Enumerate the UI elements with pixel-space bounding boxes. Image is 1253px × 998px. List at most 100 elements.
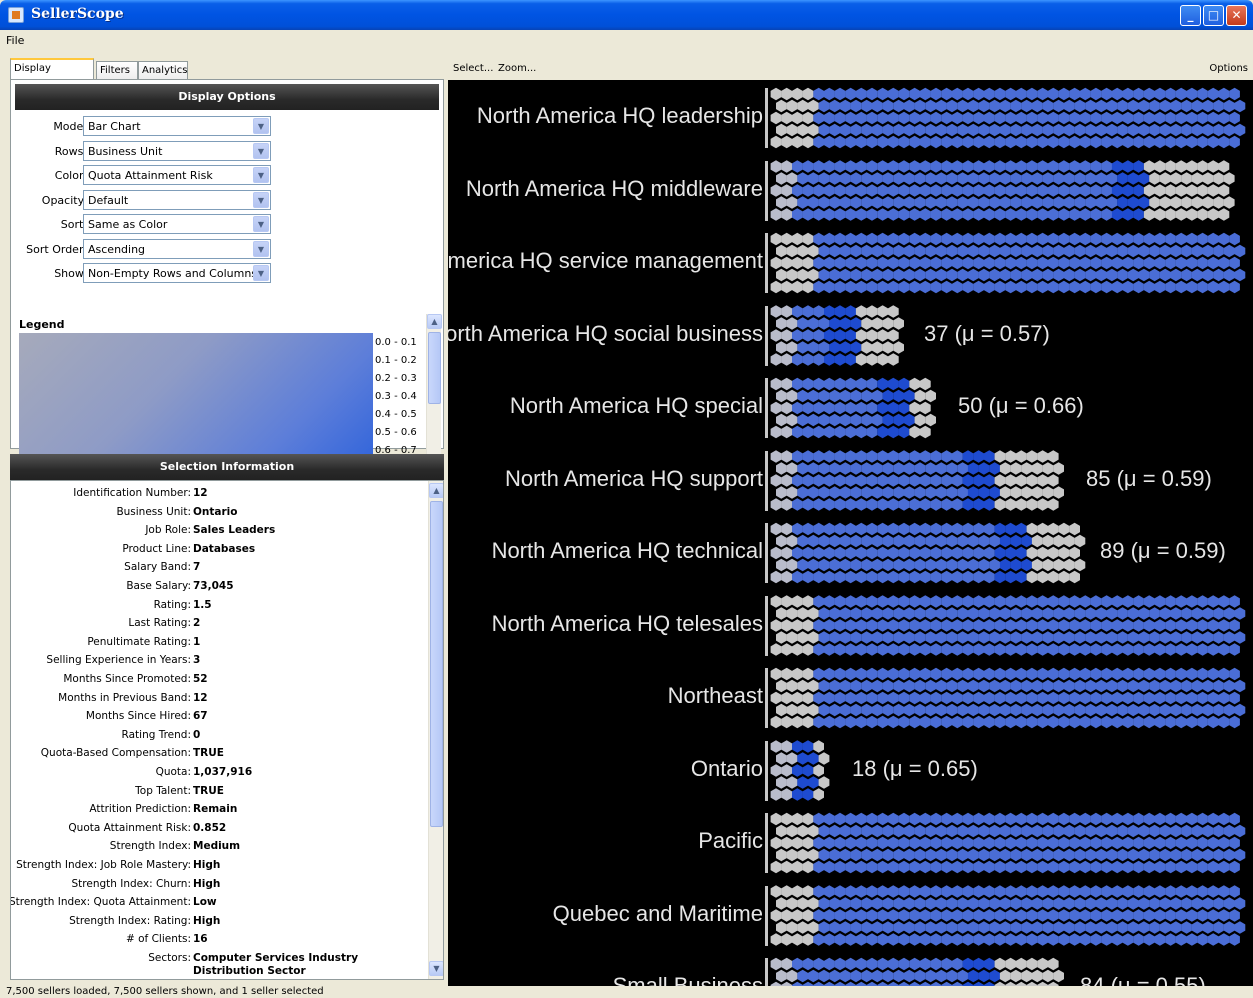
row-label[interactable]: North America HQ middleware bbox=[466, 176, 763, 202]
seller-hexagon[interactable] bbox=[1234, 703, 1246, 717]
seller-hexagon[interactable] bbox=[1175, 232, 1187, 246]
seller-hexagon[interactable] bbox=[834, 546, 846, 560]
seller-hexagon[interactable] bbox=[770, 425, 782, 439]
seller-hexagon[interactable] bbox=[983, 933, 995, 946]
seller-hexagon[interactable] bbox=[829, 848, 840, 862]
seller-hexagon[interactable] bbox=[871, 969, 883, 983]
seller-hexagon[interactable] bbox=[1186, 256, 1198, 270]
seller-hexagon[interactable] bbox=[882, 631, 894, 644]
seller-hexagon[interactable] bbox=[1154, 667, 1166, 681]
seller-hexagon[interactable] bbox=[930, 643, 942, 656]
seller-hexagon[interactable] bbox=[989, 921, 1000, 934]
seller-hexagon[interactable] bbox=[1079, 208, 1091, 221]
seller-hexagon[interactable] bbox=[909, 256, 920, 270]
seller-hexagon[interactable] bbox=[855, 377, 867, 391]
seller-hexagon[interactable] bbox=[930, 111, 942, 125]
seller-hexagon[interactable] bbox=[1181, 607, 1192, 620]
seller-hexagon[interactable] bbox=[941, 909, 952, 922]
seller-hexagon[interactable] bbox=[973, 885, 984, 898]
seller-hexagon[interactable] bbox=[871, 486, 883, 499]
seller-hexagon[interactable] bbox=[946, 534, 958, 548]
seller-hexagon[interactable] bbox=[1047, 836, 1059, 850]
seller-hexagon[interactable] bbox=[1021, 703, 1032, 717]
seller-hexagon[interactable] bbox=[776, 679, 787, 693]
seller-hexagon[interactable] bbox=[818, 268, 830, 282]
seller-hexagon[interactable] bbox=[1122, 111, 1134, 125]
seller-hexagon[interactable] bbox=[919, 280, 931, 294]
seller-hexagon[interactable] bbox=[818, 341, 830, 354]
seller-hexagon[interactable] bbox=[1037, 643, 1048, 656]
seller-hexagon[interactable] bbox=[797, 462, 808, 475]
seller-hexagon[interactable] bbox=[866, 933, 878, 946]
seller-hexagon[interactable] bbox=[1079, 111, 1091, 125]
seller-hexagon[interactable] bbox=[1111, 111, 1123, 125]
seller-hexagon[interactable] bbox=[845, 643, 856, 656]
seller-hexagon[interactable] bbox=[887, 425, 899, 439]
seller-hexagon[interactable] bbox=[983, 957, 995, 971]
seller-hexagon[interactable] bbox=[1047, 546, 1059, 560]
seller-hexagon[interactable] bbox=[834, 643, 846, 656]
seller-hexagon[interactable] bbox=[999, 123, 1011, 137]
seller-hexagon[interactable] bbox=[824, 450, 835, 463]
seller-hexagon[interactable] bbox=[941, 450, 952, 463]
seller-hexagon[interactable] bbox=[1207, 885, 1219, 898]
seller-hexagon[interactable] bbox=[1031, 848, 1043, 862]
seller-hexagon[interactable] bbox=[919, 595, 931, 608]
seller-hexagon[interactable] bbox=[792, 377, 803, 391]
seller-hexagon[interactable] bbox=[887, 208, 899, 221]
seller-hexagon[interactable] bbox=[824, 111, 835, 125]
seller-hexagon[interactable] bbox=[1047, 184, 1059, 197]
seller-hexagon[interactable] bbox=[893, 897, 904, 910]
seller-hexagon[interactable] bbox=[824, 401, 835, 415]
seller-hexagon[interactable] bbox=[1058, 860, 1070, 874]
seller-hexagon[interactable] bbox=[839, 921, 851, 934]
seller-hexagon[interactable] bbox=[781, 498, 792, 511]
seller-hexagon[interactable] bbox=[903, 631, 915, 644]
seller-hexagon[interactable] bbox=[808, 679, 819, 693]
seller-hexagon[interactable] bbox=[893, 462, 904, 475]
seller-hexagon[interactable] bbox=[962, 232, 974, 246]
seller-hexagon[interactable] bbox=[802, 425, 814, 439]
seller-hexagon[interactable] bbox=[1037, 474, 1048, 487]
seller-hexagon[interactable] bbox=[1063, 897, 1075, 910]
seller-hexagon[interactable] bbox=[824, 812, 835, 826]
seller-hexagon[interactable] bbox=[1058, 232, 1070, 246]
seller-hexagon[interactable] bbox=[887, 450, 899, 463]
seller-hexagon[interactable] bbox=[1122, 280, 1134, 294]
seller-hexagon[interactable] bbox=[994, 885, 1006, 898]
seller-hexagon[interactable] bbox=[855, 208, 867, 221]
seller-hexagon[interactable] bbox=[914, 921, 926, 934]
seller-hexagon[interactable] bbox=[866, 619, 878, 632]
seller-hexagon[interactable] bbox=[1197, 232, 1208, 246]
seller-hexagon[interactable] bbox=[1138, 897, 1150, 910]
seller-hexagon[interactable] bbox=[1218, 885, 1230, 898]
row-label[interactable]: North America HQ technical bbox=[492, 538, 763, 564]
seller-hexagon[interactable] bbox=[1069, 208, 1080, 221]
seller-hexagon[interactable] bbox=[871, 99, 883, 113]
seller-hexagon[interactable] bbox=[973, 643, 984, 656]
seller-hexagon[interactable] bbox=[1138, 703, 1150, 717]
seller-hexagon[interactable] bbox=[839, 341, 851, 354]
seller-hexagon[interactable] bbox=[935, 486, 947, 499]
seller-hexagon[interactable] bbox=[792, 87, 803, 101]
seller-hexagon[interactable] bbox=[1186, 595, 1198, 608]
seller-hexagon[interactable] bbox=[962, 280, 974, 294]
seller-hexagon[interactable] bbox=[845, 305, 856, 318]
seller-hexagon[interactable] bbox=[1175, 643, 1187, 656]
seller-hexagon[interactable] bbox=[776, 317, 787, 330]
seller-hexagon[interactable] bbox=[1095, 172, 1107, 185]
seller-hexagon[interactable] bbox=[1095, 268, 1107, 282]
seller-hexagon[interactable] bbox=[1069, 909, 1080, 922]
seller-hexagon[interactable] bbox=[941, 546, 952, 560]
seller-hexagon[interactable] bbox=[941, 160, 952, 173]
seller-hexagon[interactable] bbox=[1063, 99, 1075, 113]
seller-hexagon[interactable] bbox=[834, 87, 846, 101]
seller-hexagon[interactable] bbox=[1175, 619, 1187, 632]
seller-hexagon[interactable] bbox=[951, 933, 963, 946]
seller-hexagon[interactable] bbox=[1207, 184, 1219, 197]
seller-hexagon[interactable] bbox=[925, 679, 936, 693]
seller-hexagon[interactable] bbox=[866, 643, 878, 656]
seller-hexagon[interactable] bbox=[1026, 87, 1038, 101]
seller-hexagon[interactable] bbox=[887, 160, 899, 173]
seller-hexagon[interactable] bbox=[1069, 280, 1080, 294]
